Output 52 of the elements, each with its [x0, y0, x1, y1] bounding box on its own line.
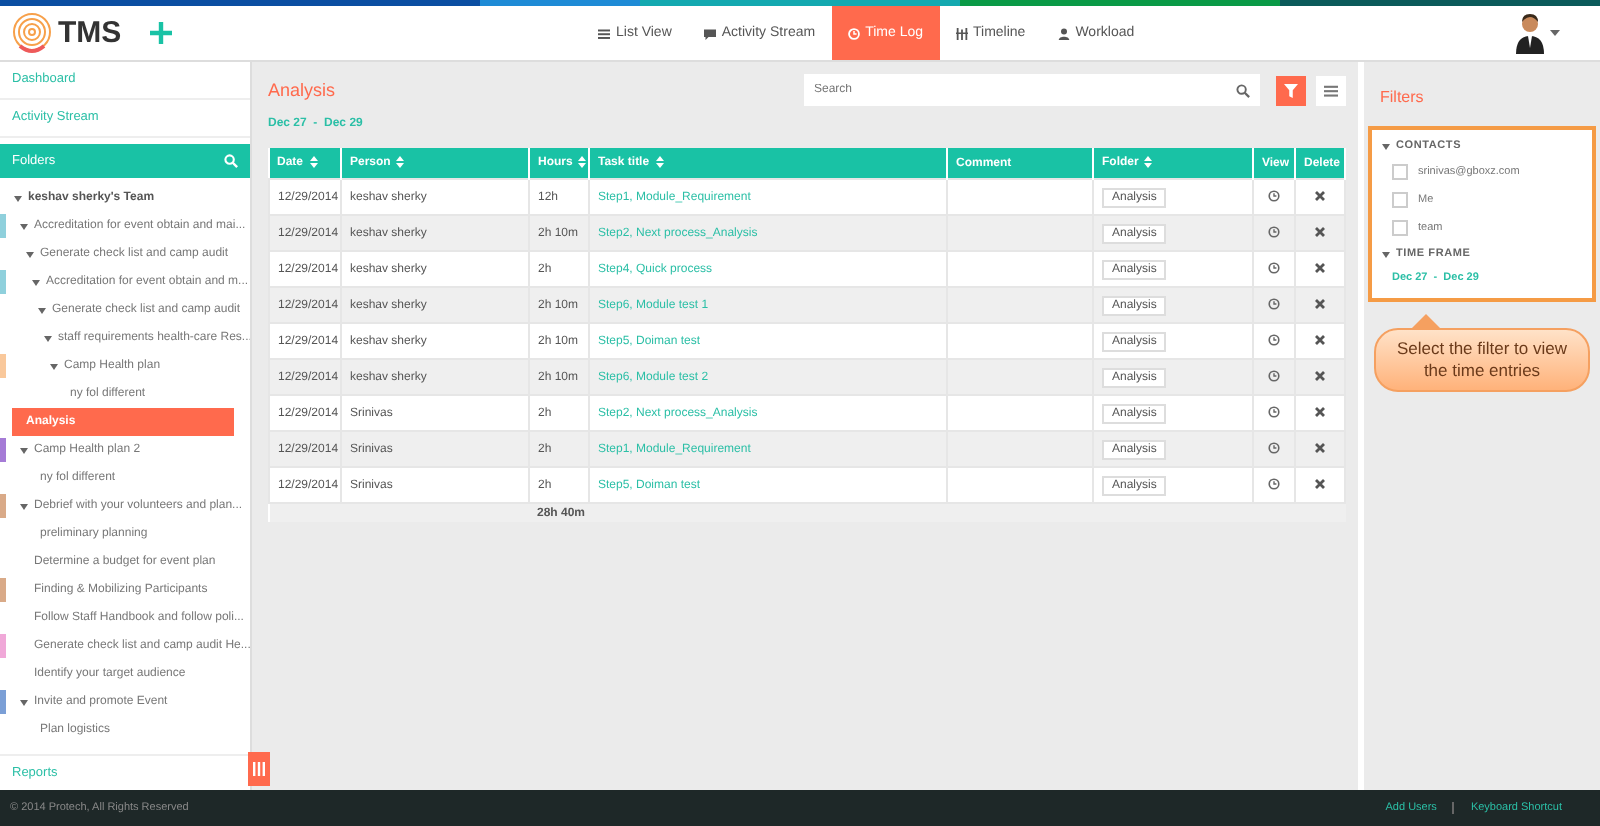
clock-icon[interactable] [1268, 190, 1280, 203]
delete-icon[interactable] [1314, 262, 1326, 275]
timeline-icon [955, 27, 967, 39]
caret-icon[interactable] [20, 503, 28, 509]
caret-icon [1382, 143, 1390, 149]
collapse-button[interactable] [248, 752, 270, 786]
clock-icon[interactable] [1268, 370, 1280, 383]
delete-icon[interactable] [1314, 370, 1326, 383]
delete-icon[interactable] [1314, 442, 1326, 455]
delete-icon[interactable] [1314, 406, 1326, 419]
checkbox[interactable] [1392, 192, 1408, 208]
delete-icon[interactable] [1314, 334, 1326, 347]
search-icon[interactable] [1236, 83, 1250, 97]
caret-icon[interactable] [20, 223, 28, 229]
clock-icon[interactable] [1268, 298, 1280, 311]
columns-icon [252, 762, 266, 776]
logo-icon [10, 11, 54, 55]
list-icon [598, 27, 610, 39]
checkbox[interactable] [1392, 164, 1408, 180]
caret-icon[interactable] [26, 251, 34, 257]
caret-icon[interactable] [20, 699, 28, 705]
caret-icon[interactable] [50, 363, 58, 369]
filter-button[interactable] [1276, 75, 1306, 105]
avatar-icon[interactable] [1516, 13, 1544, 53]
clock-icon[interactable] [1268, 442, 1280, 455]
filters-title: Filters [1380, 88, 1424, 106]
comment-icon [703, 27, 716, 39]
caret-icon[interactable] [14, 195, 22, 201]
delete-icon[interactable] [1314, 190, 1326, 203]
clock-icon[interactable] [1268, 226, 1280, 239]
menu-button[interactable] [1316, 75, 1346, 105]
page-title: Analysis [268, 80, 336, 100]
user-icon [1057, 27, 1070, 39]
caret-icon [1382, 251, 1390, 257]
clock-icon[interactable] [1268, 262, 1280, 275]
caret-icon[interactable] [20, 447, 28, 453]
logo-text: TMS [58, 16, 122, 50]
delete-icon[interactable] [1314, 478, 1326, 491]
caret-icon[interactable] [1550, 30, 1560, 36]
caret-icon[interactable] [44, 335, 52, 341]
caret-icon[interactable] [32, 279, 40, 285]
delete-icon[interactable] [1314, 298, 1326, 311]
filter-icon [1284, 83, 1298, 97]
clock-icon[interactable] [1268, 478, 1280, 491]
checkbox[interactable] [1392, 220, 1408, 236]
callout-bubble: Select the filter to view the time entries [1374, 328, 1590, 393]
clock-icon [847, 27, 860, 39]
clock-icon[interactable] [1268, 406, 1280, 419]
clock-icon[interactable] [1268, 334, 1280, 347]
menu-icon [1324, 83, 1338, 97]
delete-icon[interactable] [1314, 226, 1326, 239]
caret-icon[interactable] [38, 307, 46, 313]
